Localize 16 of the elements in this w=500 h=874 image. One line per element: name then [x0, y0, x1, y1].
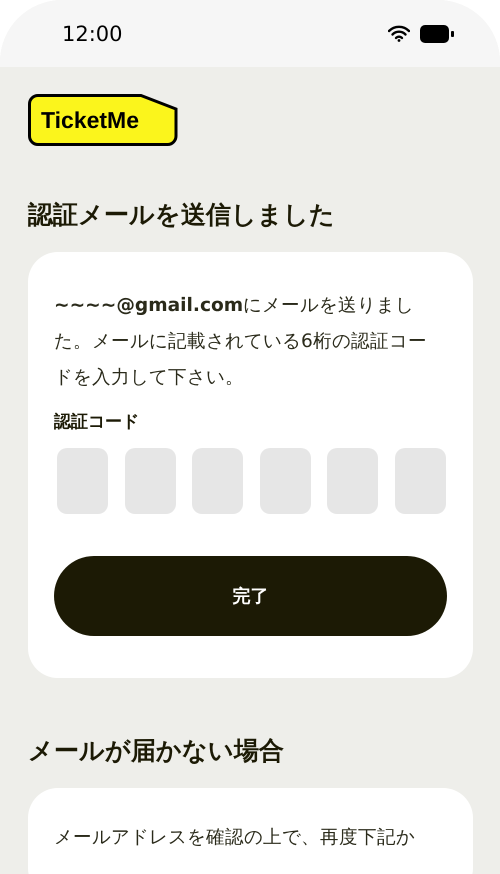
complete-button[interactable]: 完了: [54, 556, 447, 636]
code-digit-field[interactable]: [192, 448, 243, 514]
battery-icon: [420, 24, 454, 42]
ticketme-logo: TicketMe: [28, 94, 178, 146]
code-digit-field[interactable]: [124, 448, 176, 514]
status-time: 12:00: [62, 22, 123, 46]
instruction-text: メールアドレスを確認の上で、再度下記か: [54, 826, 416, 850]
wifi-icon: [388, 25, 410, 42]
section-heading: 認証メールを送信しました: [28, 199, 336, 231]
instruction-text: ~~~~@gmail.comにメールを送りました。メールに記載されている6桁の認証コードを入力して下さい。: [54, 294, 428, 390]
code-digit-field[interactable]: [394, 448, 446, 514]
code-label: 認証コード: [54, 411, 140, 434]
section-heading: メールが届かない場合: [28, 735, 285, 767]
code-digit-field[interactable]: [327, 448, 378, 514]
code-digit-field[interactable]: [260, 448, 310, 514]
code-digit-field[interactable]: [57, 448, 108, 514]
